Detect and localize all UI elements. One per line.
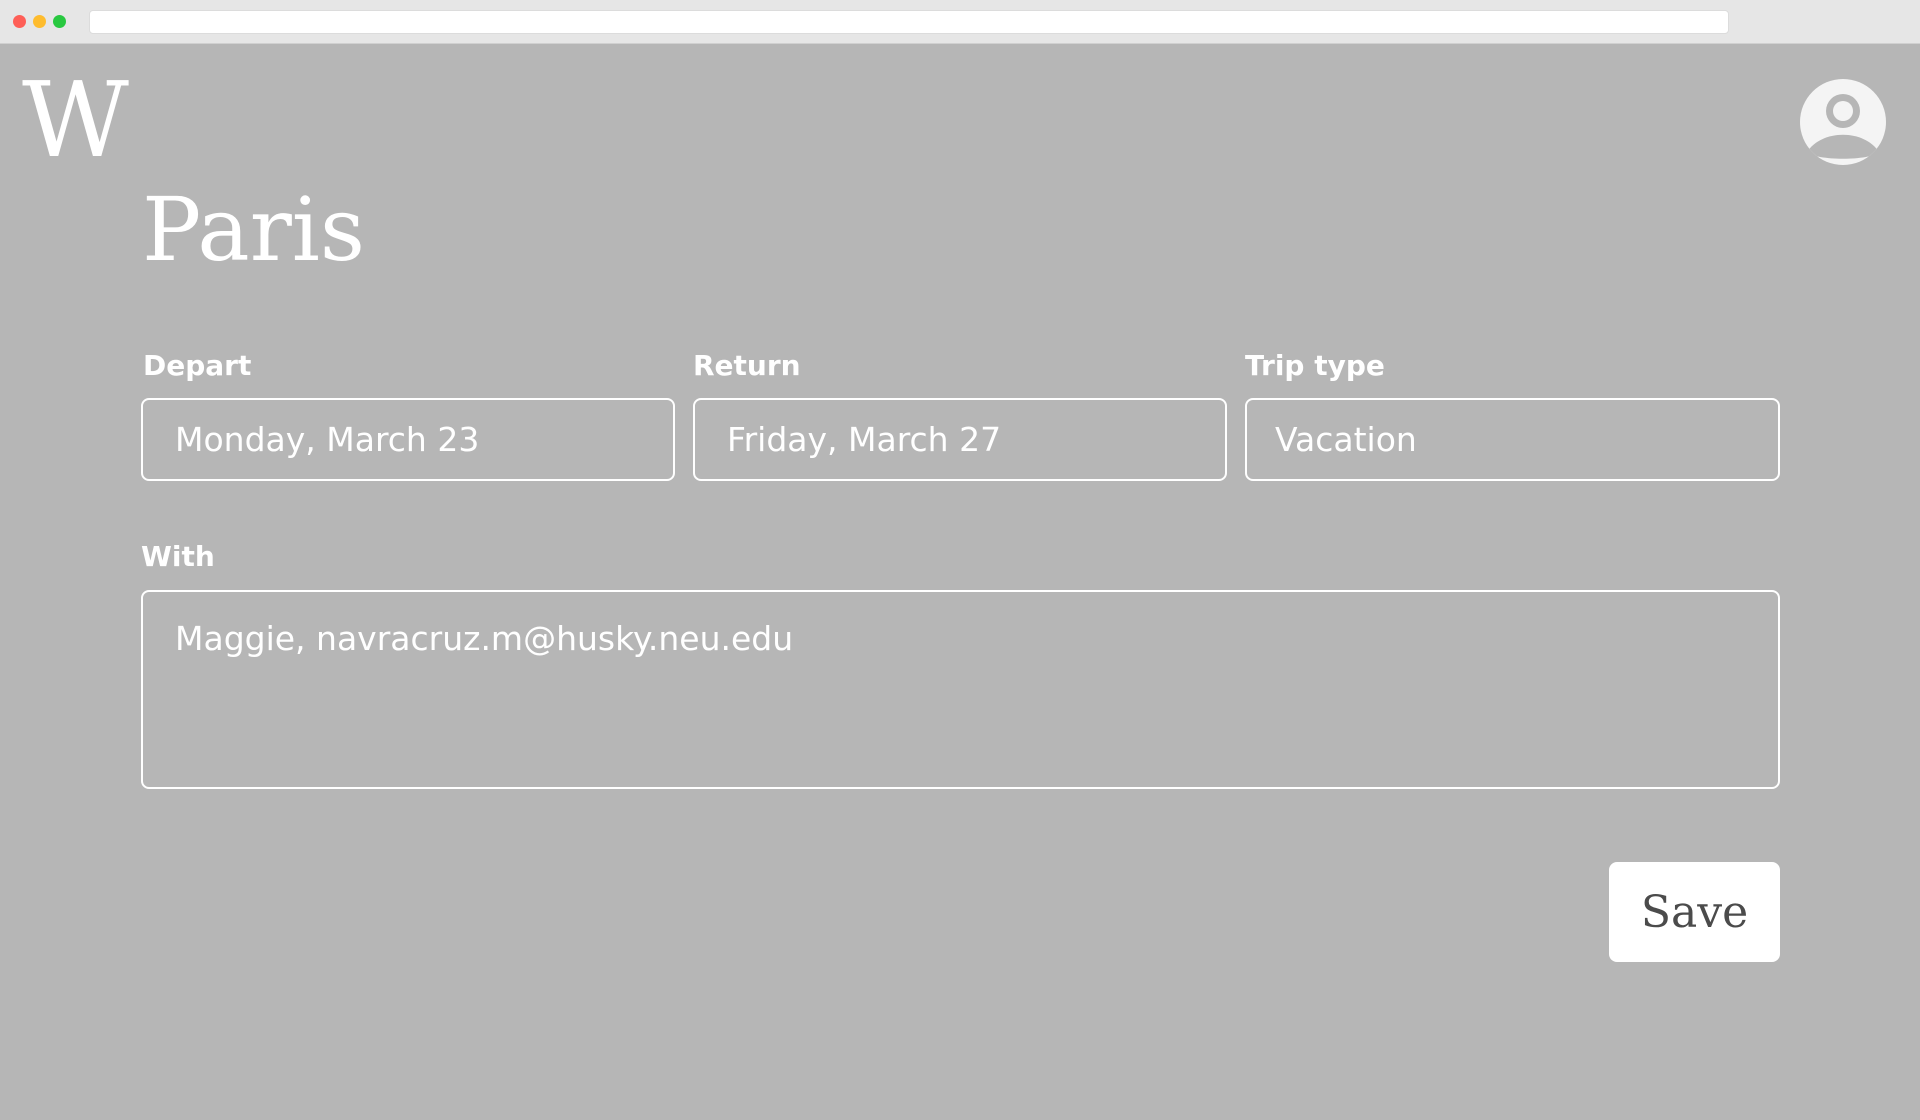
window-minimize-button[interactable] [33, 15, 46, 28]
with-value: Maggie, navracruz.m@husky.neu.edu [175, 619, 794, 658]
trip-type-label: Trip type [1245, 349, 1385, 382]
depart-date-value: Monday, March 23 [175, 420, 480, 459]
browser-chrome [0, 0, 1920, 44]
depart-date-field[interactable]: Monday, March 23 [141, 398, 675, 481]
return-date-field[interactable]: Friday, March 27 [693, 398, 1227, 481]
return-date-value: Friday, March 27 [727, 420, 1002, 459]
save-button[interactable]: Save [1609, 862, 1780, 962]
trip-type-value: Vacation [1275, 420, 1417, 459]
with-textarea[interactable]: Maggie, navracruz.m@husky.neu.edu [141, 590, 1780, 789]
window-close-button[interactable] [13, 15, 26, 28]
user-circle-icon [1807, 94, 1879, 159]
address-bar[interactable] [89, 10, 1729, 34]
return-label: Return [693, 349, 801, 382]
with-label: With [141, 540, 215, 573]
depart-label: Depart [143, 349, 252, 382]
page-title: Paris [142, 178, 366, 281]
window-maximize-button[interactable] [53, 15, 66, 28]
trip-type-field[interactable]: Vacation [1245, 398, 1780, 481]
user-avatar[interactable] [1800, 79, 1886, 165]
app-logo[interactable]: W [22, 68, 129, 172]
